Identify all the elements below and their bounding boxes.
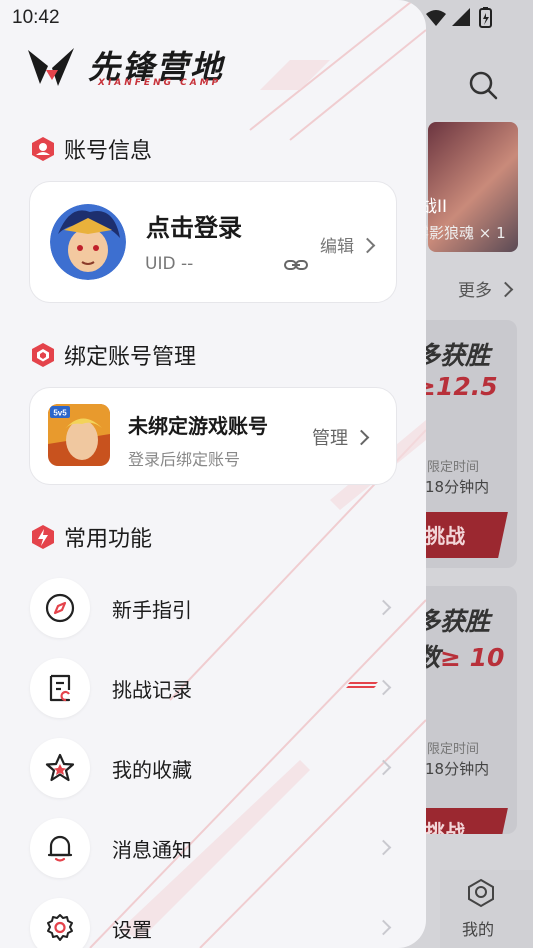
bind-account-card[interactable]: 5v5 未绑定游戏账号 登录后绑定账号 管理 bbox=[30, 388, 396, 484]
manage-button[interactable]: 管理 bbox=[312, 424, 370, 450]
edit-button[interactable]: 编辑 bbox=[320, 232, 376, 257]
bind-section-title: 绑定账号管理 bbox=[64, 345, 197, 370]
limit-value: 18分钟内 bbox=[425, 478, 490, 496]
chevron-right-icon bbox=[375, 679, 392, 696]
game-badge: 5v5 bbox=[53, 409, 67, 418]
functions-section-header: 常用功能 bbox=[30, 522, 152, 552]
bind-section-icon bbox=[32, 343, 54, 367]
function-item-favorites[interactable]: 我的收藏 bbox=[30, 738, 396, 798]
function-item-label: 新手指引 bbox=[112, 598, 192, 622]
function-item-label: 我的收藏 bbox=[112, 758, 192, 782]
account-section-title: 账号信息 bbox=[64, 139, 153, 164]
chevron-right-icon bbox=[375, 759, 392, 776]
account-card[interactable]: 点击登录 UID -- 编辑 bbox=[30, 182, 396, 302]
uid-label: UID -- bbox=[145, 254, 194, 274]
login-title[interactable]: 点击登录 bbox=[146, 208, 242, 243]
tab-mine-label: 我的 bbox=[462, 920, 495, 939]
star-icon bbox=[45, 753, 75, 782]
more-link[interactable]: 更多 bbox=[458, 276, 514, 301]
tab-mine[interactable]: 我的 bbox=[440, 870, 533, 948]
banner-reward: 雾影狼魂 × 1 bbox=[414, 224, 506, 242]
gear-icon bbox=[47, 914, 73, 941]
account-section-icon bbox=[32, 137, 54, 161]
function-item-notifications[interactable]: 消息通知 bbox=[30, 818, 396, 878]
wifi-icon bbox=[426, 10, 446, 26]
function-item-label: 设置 bbox=[112, 918, 152, 942]
link-icon[interactable] bbox=[284, 256, 308, 274]
compass-icon bbox=[45, 593, 75, 623]
chevron-right-icon bbox=[375, 599, 392, 616]
limit-label: 限定时间 bbox=[427, 742, 480, 757]
account-section-header: 账号信息 bbox=[30, 134, 152, 164]
function-item-label: 消息通知 bbox=[112, 838, 192, 862]
avatar[interactable] bbox=[50, 204, 126, 280]
logo-subtitle: XIANFENG CAMP bbox=[98, 78, 222, 88]
functions-section-title: 常用功能 bbox=[64, 527, 153, 552]
challenge-title: 多获胜 bbox=[415, 607, 491, 636]
functions-section-icon bbox=[32, 525, 54, 549]
function-item-label: 挑战记录 bbox=[112, 678, 192, 702]
chevron-right-icon bbox=[353, 429, 370, 445]
avatar-image bbox=[50, 204, 126, 280]
bind-section-header: 绑定账号管理 bbox=[30, 340, 196, 370]
record-icon bbox=[49, 674, 71, 702]
profile-tab-icon bbox=[468, 878, 494, 908]
challenge-condition: 数≥ 10 bbox=[415, 643, 505, 672]
chevron-right-icon bbox=[375, 919, 392, 936]
function-item-guide[interactable]: 新手指引 bbox=[30, 578, 396, 638]
challenge-title: 多获胜 bbox=[415, 341, 491, 370]
chevron-right-icon bbox=[359, 237, 376, 253]
function-item-settings[interactable]: 设置 bbox=[30, 898, 396, 948]
limit-value: 18分钟内 bbox=[425, 760, 490, 778]
signal-icon bbox=[452, 8, 470, 26]
function-item-challenge-record[interactable]: 挑战记录 bbox=[30, 658, 396, 718]
chevron-right-icon bbox=[375, 839, 392, 856]
side-drawer: 先锋营地 XIANFENG CAMP 账号信息 点击登录 UID -- 编辑 绑… bbox=[0, 0, 426, 948]
bell-icon bbox=[47, 835, 73, 862]
search-icon[interactable] bbox=[468, 70, 498, 100]
game-icon: 5v5 bbox=[48, 404, 110, 466]
logo-emblem-icon bbox=[28, 48, 74, 86]
app-logo: 先锋营地 XIANFENG CAMP bbox=[28, 44, 258, 96]
status-icons bbox=[426, 7, 492, 28]
status-time: 10:42 bbox=[12, 7, 60, 28]
limit-label: 限定时间 bbox=[427, 460, 480, 475]
bind-subtitle: 登录后绑定账号 bbox=[128, 450, 241, 469]
bind-title: 未绑定游戏账号 bbox=[128, 414, 268, 438]
challenge-condition: ≥12.5 bbox=[415, 372, 498, 401]
